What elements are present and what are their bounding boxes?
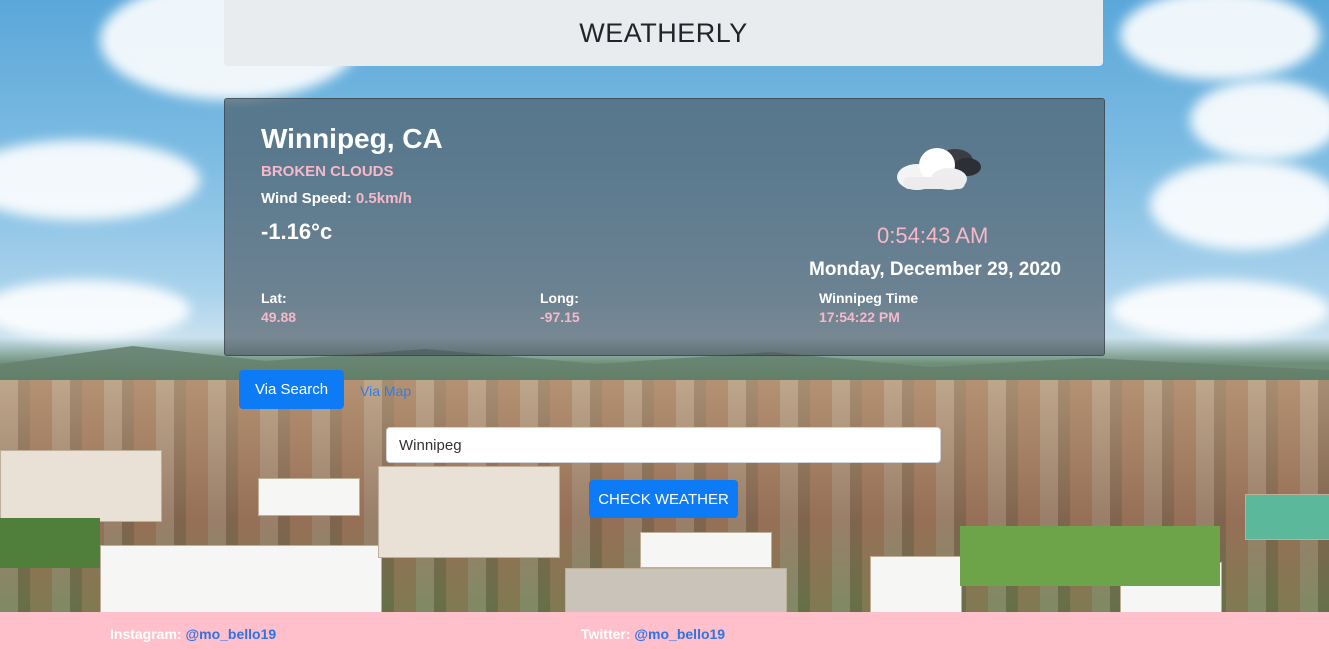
- instagram-credit: Instagram: @mo_bello19: [110, 626, 276, 642]
- check-weather-button[interactable]: CHECK WEATHER: [589, 480, 738, 518]
- latitude-label: Lat:: [261, 290, 287, 306]
- weather-description: BROKEN CLOUDS: [261, 163, 394, 180]
- wind-speed-value: 0.5km/h: [355, 190, 412, 207]
- app-title: WEATHERLY: [579, 17, 748, 48]
- via-map-link[interactable]: Via Map: [360, 383, 411, 399]
- latitude: Lat: 49.88: [261, 289, 296, 327]
- longitude-label: Long:: [540, 290, 579, 306]
- via-search-button[interactable]: Via Search: [239, 370, 344, 409]
- instagram-handle-link[interactable]: @mo_bello19: [185, 626, 276, 642]
- twitter-handle-link[interactable]: @mo_bello19: [634, 626, 725, 642]
- latitude-value: 49.88: [261, 309, 297, 325]
- wind-speed-label: Wind Speed:: [261, 190, 352, 207]
- wind-speed: Wind Speed: 0.5km/h: [261, 190, 412, 207]
- city-time-label: Winnipeg Time: [819, 290, 919, 306]
- twitter-credit: Twitter: @mo_bello19: [581, 626, 725, 642]
- temperature: -1.16°c: [261, 219, 333, 244]
- app-header: WEATHERLY: [224, 0, 1103, 66]
- instagram-label: Instagram:: [110, 626, 182, 642]
- local-time: 0:54:43 AM: [877, 223, 989, 248]
- city-search-input[interactable]: [386, 427, 941, 463]
- footer: Instagram: @mo_bello19 Twitter: @mo_bell…: [0, 612, 1329, 649]
- longitude: Long: -97.15: [540, 289, 580, 327]
- weather-card: Winnipeg, CA BROKEN CLOUDS Wind Speed: 0…: [224, 98, 1105, 356]
- twitter-label: Twitter:: [581, 626, 631, 642]
- location-name: Winnipeg, CA: [261, 123, 443, 154]
- city-time: Winnipeg Time 17:54:22 PM: [819, 289, 918, 327]
- broken-clouds-icon: [895, 141, 985, 195]
- longitude-value: -97.15: [540, 309, 580, 325]
- city-time-value: 17:54:22 PM: [819, 309, 900, 325]
- current-date: Monday, December 29, 2020: [809, 259, 1062, 280]
